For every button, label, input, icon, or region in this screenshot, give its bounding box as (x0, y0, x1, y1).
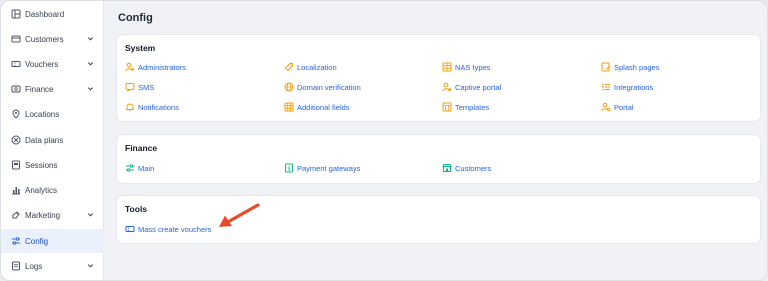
chevron-down-icon[interactable] (87, 211, 94, 218)
mass-create-vouchers-link[interactable]: Mass create vouchers (125, 224, 211, 234)
data-plans-icon (11, 135, 21, 145)
templates-icon (442, 102, 452, 112)
finance-main-link[interactable]: Main (125, 163, 154, 173)
sidebar-item-label: Logs (25, 261, 43, 271)
sliders-icon (125, 163, 135, 173)
section-title: Finance (125, 143, 158, 153)
sidebar-item-label: Data plans (25, 135, 64, 145)
globe-icon (284, 82, 294, 92)
additional-fields-icon (284, 102, 294, 112)
localization-link[interactable]: Localization (284, 62, 337, 72)
finance-icon (11, 84, 21, 94)
customers-icon (11, 34, 21, 44)
sidebar-item-customers[interactable]: Customers (1, 27, 104, 51)
splash-pages-link[interactable]: Splash pages (601, 62, 659, 72)
sidebar-item-analytics[interactable]: Analytics (1, 178, 104, 202)
dashboard-icon (11, 9, 21, 19)
splash-pages-icon (601, 62, 611, 72)
finance-customers-link[interactable]: Customers (442, 163, 491, 173)
sidebar-item-label: Config (25, 236, 49, 246)
marketing-icon (11, 210, 21, 220)
sidebar: Dashboard Customers Vouchers Finance Loc… (1, 1, 104, 280)
sidebar-item-locations[interactable]: Locations (1, 102, 104, 126)
logs-icon (11, 261, 21, 271)
domain-verification-link[interactable]: Domain verification (284, 82, 361, 92)
portal-link[interactable]: Portal (601, 102, 634, 112)
section-title: System (125, 43, 156, 53)
sidebar-item-data-plans[interactable]: Data plans (1, 128, 104, 152)
chevron-down-icon[interactable] (87, 262, 94, 269)
chevron-down-icon[interactable] (87, 35, 94, 42)
integrations-icon (601, 82, 611, 92)
main-content: Config System Administrators SMS Notific… (105, 1, 767, 280)
sidebar-item-label: Customers (25, 34, 64, 44)
administrators-icon (125, 62, 135, 72)
sidebar-item-label: Locations (25, 109, 60, 119)
captive-portal-link[interactable]: Captive portal (442, 82, 501, 92)
chevron-down-icon[interactable] (87, 85, 94, 92)
voucher-icon (125, 224, 135, 234)
sms-icon (125, 82, 135, 92)
sidebar-item-finance[interactable]: Finance (1, 77, 104, 101)
payment-gateways-icon: $ (284, 163, 294, 173)
annotation-arrow (219, 203, 260, 227)
portal-icon (601, 102, 611, 112)
vouchers-icon (11, 59, 21, 69)
additional-fields-link[interactable]: Additional fields (284, 102, 350, 112)
sidebar-item-label: Marketing (25, 210, 61, 220)
sidebar-item-logs[interactable]: Logs (1, 254, 104, 278)
sessions-icon (11, 160, 21, 170)
section-title: Tools (125, 204, 148, 214)
finance-card: Finance Main $ Payment gateways Customer… (117, 135, 760, 183)
sidebar-item-dashboard[interactable]: Dashboard (1, 2, 104, 26)
sidebar-item-vouchers[interactable]: Vouchers (1, 52, 104, 76)
nas-types-icon (442, 62, 452, 72)
system-card: System Administrators SMS Notifications … (117, 35, 760, 121)
sidebar-item-config[interactable]: Config (1, 229, 104, 253)
config-icon (11, 236, 21, 246)
customers-store-icon (442, 163, 452, 173)
bell-icon (125, 102, 135, 112)
payment-gateways-link[interactable]: $ Payment gateways (284, 163, 360, 173)
notifications-link[interactable]: Notifications (125, 102, 179, 112)
captive-portal-icon (442, 82, 452, 92)
sms-link[interactable]: SMS (125, 82, 154, 92)
svg-text:$: $ (287, 166, 290, 172)
sidebar-item-sessions[interactable]: Sessions (1, 153, 104, 177)
sidebar-item-label: Dashboard (25, 9, 65, 19)
sidebar-item-marketing[interactable]: Marketing (1, 203, 104, 227)
tools-card: Tools Mass create vouchers (117, 196, 760, 243)
localization-icon (284, 62, 294, 72)
sidebar-item-label: Analytics (25, 185, 58, 195)
integrations-link[interactable]: Integrations (601, 82, 653, 92)
sidebar-item-label: Sessions (25, 160, 58, 170)
administrators-link[interactable]: Administrators (125, 62, 186, 72)
location-icon (11, 109, 21, 119)
app-window: Dashboard Customers Vouchers Finance Loc… (0, 0, 768, 281)
page-title: Config (118, 12, 153, 24)
nas-types-link[interactable]: NAS types (442, 62, 490, 72)
chevron-down-icon[interactable] (87, 60, 94, 67)
sidebar-item-label: Vouchers (25, 59, 59, 69)
templates-link[interactable]: Templates (442, 102, 489, 112)
sidebar-item-label: Finance (25, 84, 54, 94)
analytics-icon (11, 185, 21, 195)
